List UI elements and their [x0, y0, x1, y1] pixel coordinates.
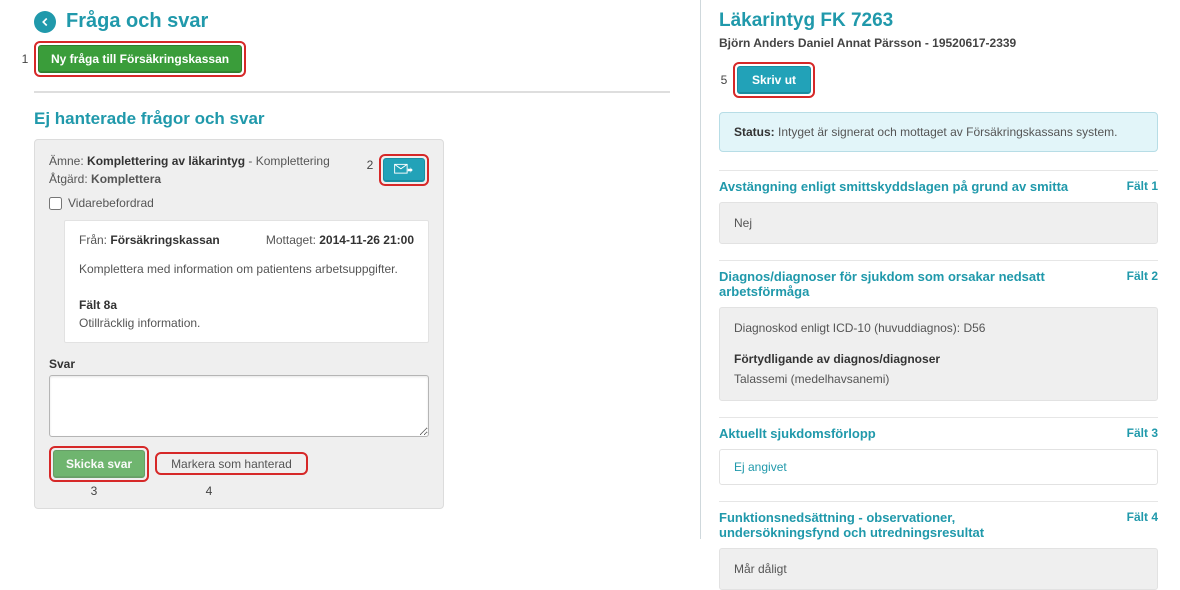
annotation-3: 3	[49, 484, 139, 498]
message-field-text: Otillräcklig information.	[79, 316, 414, 330]
section-badge: Fält 1	[1127, 179, 1158, 193]
subject-line: Ämne: Komplettering av läkarintyg - Komp…	[49, 154, 330, 168]
print-button[interactable]: Skriv ut	[737, 66, 811, 94]
reply-label: Svar	[49, 357, 429, 371]
page-title: Fråga och svar	[66, 10, 208, 33]
send-reply-button[interactable]: Skicka svar	[53, 450, 145, 478]
section-header: Diagnos/diagnoser för sjukdom som orsaka…	[719, 260, 1158, 299]
section-badge: Fält 4	[1127, 510, 1158, 524]
message-field-label: Fält 8a	[79, 298, 414, 312]
sub-heading: Ej hanterade frågor och svar	[34, 109, 670, 129]
section-header: Funktionsnedsättning - observationer, un…	[719, 501, 1158, 540]
annotation-2: 2	[365, 158, 375, 172]
section-badge: Fält 2	[1127, 269, 1158, 283]
back-icon[interactable]	[34, 11, 56, 33]
forwarded-checkbox[interactable]: Vidarebefordrad	[49, 196, 429, 210]
section-header: Avstängning enligt smittskyddslagen på g…	[719, 170, 1158, 194]
mail-forward-icon	[394, 163, 414, 177]
section-badge: Fält 3	[1127, 426, 1158, 440]
section-body: Mår dåligt	[719, 548, 1158, 590]
qa-card: Ämne: Komplettering av läkarintyg - Komp…	[34, 139, 444, 509]
message-body: Komplettera med information om patienten…	[79, 261, 414, 278]
divider	[34, 91, 670, 93]
certificate-title: Läkarintyg FK 7263	[719, 10, 1158, 32]
section-header: Aktuellt sjukdomsförlopp Fält 3	[719, 417, 1158, 441]
patient-info: Björn Anders Daniel Annat Pärsson - 1952…	[719, 36, 1158, 50]
section-body-empty: Ej angivet	[719, 449, 1158, 485]
annotation-5: 5	[719, 73, 729, 87]
annotation-1: 1	[20, 52, 30, 66]
section-title: Diagnos/diagnoser för sjukdom som orsaka…	[719, 269, 1079, 299]
section-title: Avstängning enligt smittskyddslagen på g…	[719, 179, 1068, 194]
section-title: Funktionsnedsättning - observationer, un…	[719, 510, 1079, 540]
annotation-4: 4	[139, 484, 279, 498]
action-line: Åtgärd: Komplettera	[49, 172, 330, 186]
section-body: Nej	[719, 202, 1158, 244]
mark-handled-button[interactable]: Markera som hanterad	[159, 451, 304, 477]
message-box: Från: Försäkringskassan Mottaget: 2014-1…	[64, 220, 429, 343]
section-title: Aktuellt sjukdomsförlopp	[719, 426, 876, 441]
new-question-button[interactable]: Ny fråga till Försäkringskassan	[38, 45, 242, 73]
reply-textarea[interactable]	[49, 375, 429, 437]
forward-mail-button[interactable]	[383, 158, 425, 182]
section-body: Diagnoskod enligt ICD-10 (huvuddiagnos):…	[719, 307, 1158, 400]
forwarded-checkbox-input[interactable]	[49, 197, 62, 210]
status-box: Status: Intyget är signerat och mottaget…	[719, 112, 1158, 152]
